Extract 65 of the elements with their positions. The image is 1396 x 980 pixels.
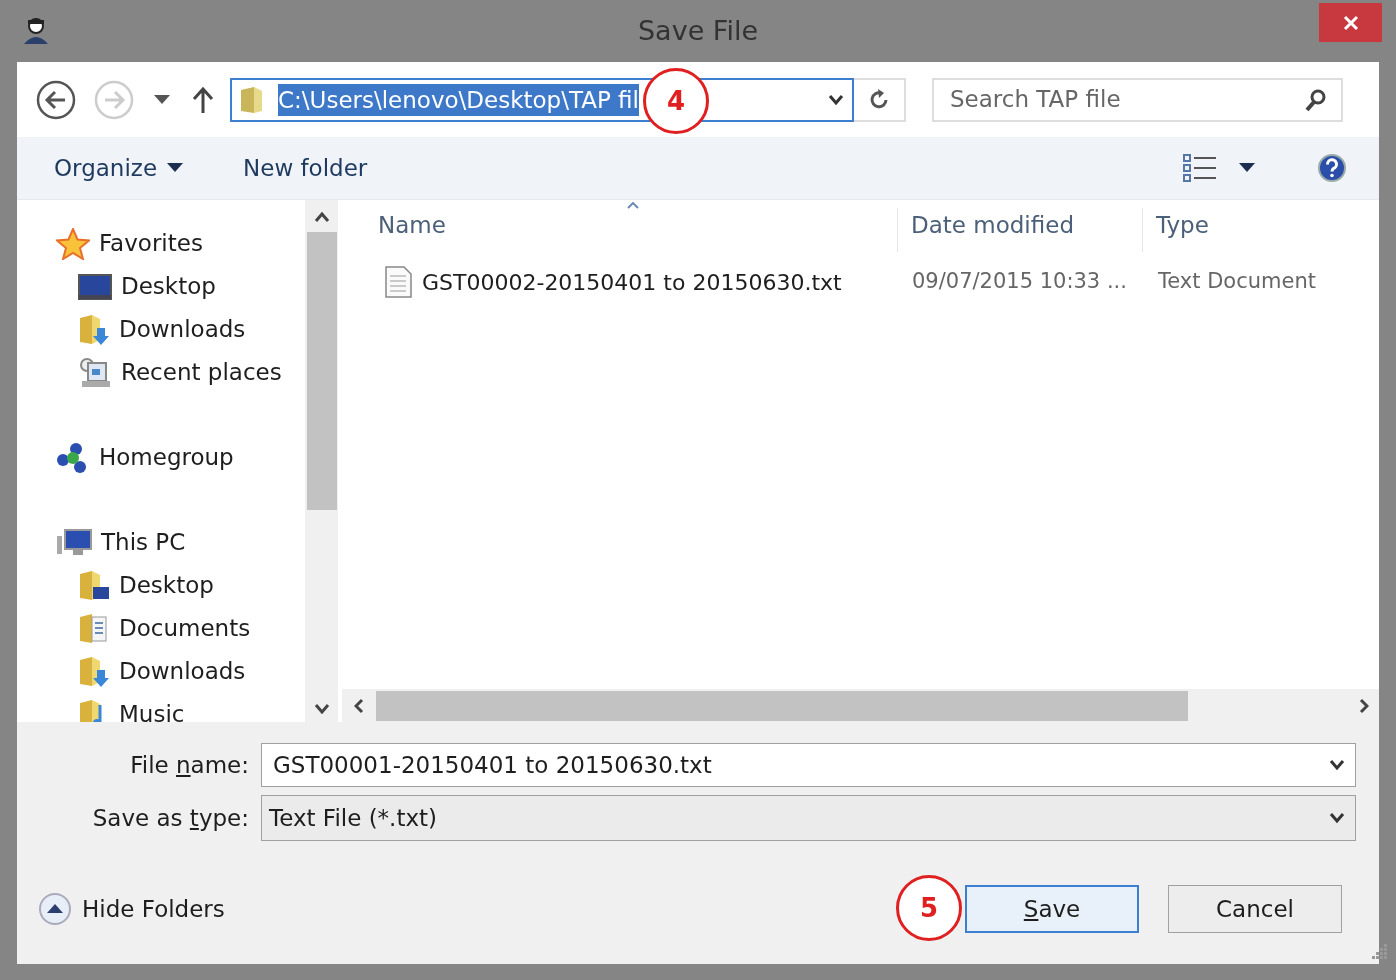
nav-item[interactable]: Documents <box>119 611 251 646</box>
close-icon <box>1342 14 1359 31</box>
chevron-down-icon[interactable] <box>1329 759 1345 771</box>
organize-button[interactable]: Organize <box>54 150 184 186</box>
nav-item[interactable]: Desktop <box>121 269 216 304</box>
column-header[interactable]: Type <box>1156 208 1209 243</box>
dropdown-caret-icon[interactable] <box>1239 163 1255 173</box>
column-header[interactable]: Date modified <box>911 208 1074 243</box>
window-title: Save File <box>636 13 759 48</box>
scroll-down-icon[interactable] <box>313 704 330 714</box>
nav-item[interactable]: Recent places <box>121 355 282 390</box>
text-file-icon <box>384 266 412 298</box>
desktop-folder-icon <box>78 569 110 602</box>
new-folder-button[interactable]: New folder <box>243 150 368 186</box>
search-icon <box>1305 87 1327 112</box>
scroll-right-icon[interactable] <box>1359 697 1369 714</box>
refresh-button[interactable] <box>854 77 906 122</box>
dialog-button[interactable]: Save <box>965 885 1139 933</box>
downloads-folder-icon <box>78 313 110 346</box>
close-button[interactable] <box>1319 3 1382 42</box>
column-header[interactable]: Name <box>378 208 446 243</box>
file-name-field[interactable]: GST00001-20150401 to 20150630.txt <box>261 743 1356 787</box>
documents-folder-icon <box>78 612 110 645</box>
nav-item[interactable]: Music <box>119 697 185 722</box>
save-as-type-dropdown[interactable]: Text File (*.txt) <box>261 795 1356 841</box>
chevron-down-icon[interactable] <box>1329 812 1345 824</box>
date-modified-cell-text: 09/07/2015 10:33 ... <box>911 268 1128 296</box>
computer-icon <box>56 527 92 558</box>
star-icon <box>56 227 90 260</box>
hide-folders-label: Hide Folders <box>82 894 225 924</box>
dropdown-caret-icon[interactable] <box>154 94 170 105</box>
file-name-value: GST00001-20150401 to 20150630.txt <box>273 750 712 780</box>
vertical-scrollbar[interactable] <box>305 200 338 722</box>
nav-item[interactable]: This PC <box>101 525 186 560</box>
scrollbar-thumb[interactable] <box>376 690 1188 721</box>
view-options-icon[interactable] <box>1183 154 1217 182</box>
recent-places-icon <box>78 356 112 389</box>
help-icon[interactable] <box>1317 153 1347 183</box>
search-field[interactable]: Search TAP file <box>932 77 1343 122</box>
back-icon[interactable] <box>36 79 76 120</box>
collapse-up-icon <box>38 892 72 926</box>
downloads-folder-icon <box>78 655 110 688</box>
nav-item[interactable]: Desktop <box>119 568 214 603</box>
scroll-up-icon[interactable] <box>313 212 330 222</box>
scrollbar-thumb[interactable] <box>306 232 337 510</box>
chevron-down-icon[interactable] <box>828 93 844 106</box>
save-as-type-label: Save as type: <box>91 803 250 833</box>
hide-folders-button[interactable]: Hide Folders <box>38 891 225 927</box>
file-name-cell[interactable]: GST00002-20150401 to 20150630.txt <box>422 265 842 299</box>
search-placeholder: Search TAP file <box>950 85 1121 115</box>
monitor-icon <box>78 272 112 301</box>
up-arrow-icon[interactable] <box>192 86 214 113</box>
scroll-left-icon[interactable] <box>354 697 364 714</box>
dropdown-caret-icon <box>167 163 184 173</box>
dialog-button[interactable]: Cancel <box>1168 885 1342 933</box>
nav-item[interactable]: Downloads <box>119 312 246 347</box>
address-path: C:\Users\lenovo\Desktop\TAP fil <box>278 83 639 116</box>
nav-item[interactable]: Favorites <box>99 226 203 261</box>
resize-grip-icon[interactable] <box>1372 944 1388 960</box>
horizontal-scrollbar[interactable] <box>342 689 1379 722</box>
nav-item[interactable]: Downloads <box>119 654 246 689</box>
save-as-type-value: Text File (*.txt) <box>269 803 438 833</box>
file-name-label: File name: <box>129 750 250 780</box>
type-cell-text: Text Document <box>1157 268 1316 296</box>
nav-item[interactable]: Homegroup <box>99 440 234 475</box>
